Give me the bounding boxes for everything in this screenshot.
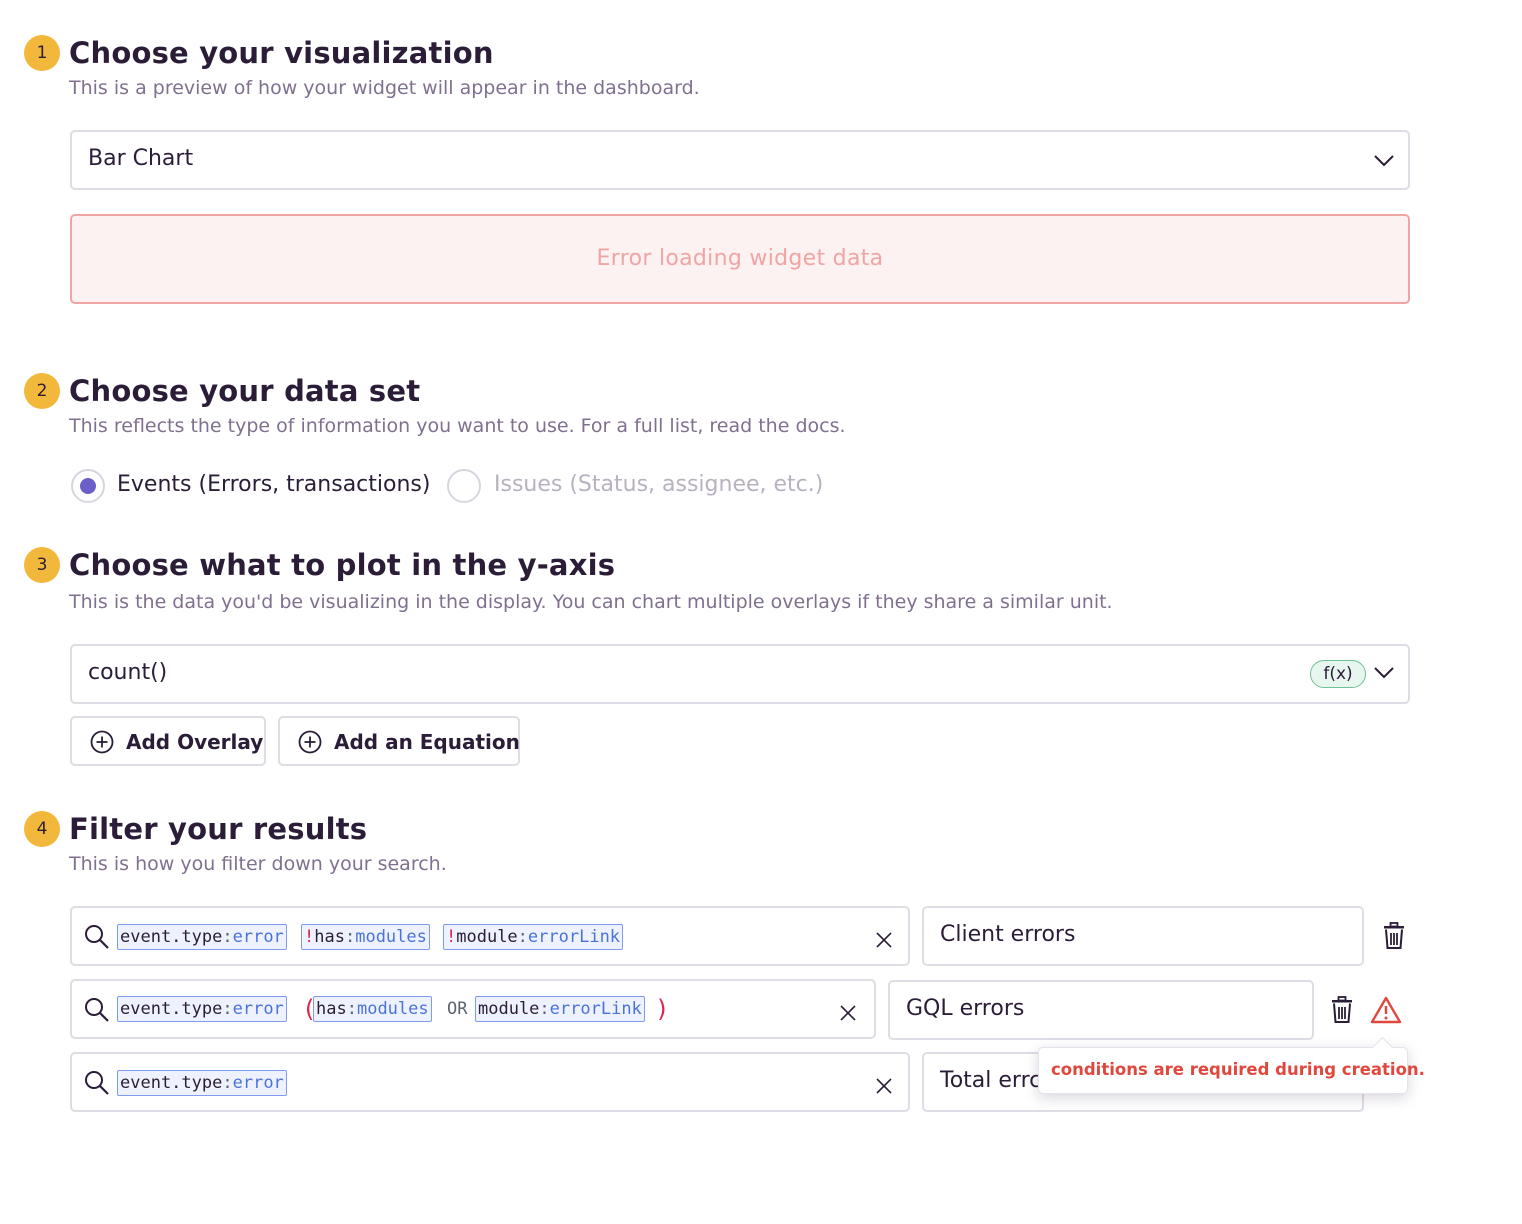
chevron-down-icon xyxy=(1374,667,1394,679)
filter-query-input-3[interactable]: event.type:error xyxy=(70,1052,910,1112)
step-3-subtitle: This is the data you'd be visualizing in… xyxy=(69,591,1113,613)
widget-error-message: Error loading widget data xyxy=(596,246,884,271)
step-3-title: Choose what to plot in the y-axis xyxy=(69,548,616,582)
step-1-badge: 1 xyxy=(24,35,60,71)
dataset-label-events[interactable]: Events (Errors, transactions) xyxy=(117,472,430,497)
search-icon xyxy=(85,925,109,949)
plus-circle-icon xyxy=(90,730,114,754)
search-icon xyxy=(85,1071,109,1095)
filter-alias-input-2[interactable]: GQL errors xyxy=(888,980,1314,1040)
warning-icon[interactable] xyxy=(1370,996,1402,1024)
close-icon[interactable] xyxy=(875,1077,893,1095)
yaxis-field-value: count() xyxy=(88,660,168,685)
step-3-badge: 3 xyxy=(24,547,60,583)
yaxis-field-select[interactable]: count() xyxy=(70,644,1410,704)
close-icon[interactable] xyxy=(839,1004,857,1022)
filter-token[interactable]: event.type:error xyxy=(117,1070,287,1096)
close-icon[interactable] xyxy=(875,931,893,949)
boolean-operator: OR xyxy=(447,999,468,1019)
step-1-subtitle: This is a preview of how your widget wil… xyxy=(69,77,700,99)
add-overlay-label: Add Overlay xyxy=(126,730,264,754)
radio-selected-dot xyxy=(80,478,96,494)
visualization-select-value: Bar Chart xyxy=(88,146,194,171)
filter-query-input-1[interactable]: event.type:error !has:modules !module:er… xyxy=(70,906,910,966)
dataset-label-issues[interactable]: Issues (Status, assignee, etc.) xyxy=(494,472,823,497)
validation-tooltip: conditions are required during creation. xyxy=(1038,1036,1425,1094)
add-overlay-button[interactable]: Add Overlay xyxy=(70,716,266,766)
add-equation-button[interactable]: Add an Equation xyxy=(278,716,520,766)
step-2-title: Choose your data set xyxy=(69,374,421,408)
filter-token-negated[interactable]: !module:errorLink xyxy=(443,924,624,950)
filter-alias-value: Total errc xyxy=(940,1068,1042,1093)
search-icon xyxy=(85,998,109,1022)
step-1-title: Choose your visualization xyxy=(69,36,494,70)
tooltip-text: conditions are required during creation. xyxy=(1051,1060,1425,1079)
step-4-badge: 4 xyxy=(24,811,60,847)
dataset-radio-events[interactable] xyxy=(71,469,105,503)
function-badge: f(x) xyxy=(1310,660,1366,688)
step-2-subtitle: This reflects the type of information yo… xyxy=(69,415,846,437)
tooltip-arrow xyxy=(1371,1036,1394,1059)
trash-icon[interactable] xyxy=(1330,996,1354,1024)
plus-circle-icon xyxy=(298,730,322,754)
filter-token[interactable]: module:errorLink xyxy=(475,996,645,1022)
filter-query-input-2[interactable]: event.type:error ( has:modules OR module… xyxy=(70,979,876,1039)
step-2-badge: 2 xyxy=(24,373,60,409)
chevron-down-icon xyxy=(1374,155,1394,167)
filter-token[interactable]: has:modules xyxy=(313,996,432,1022)
filter-alias-value: GQL errors xyxy=(906,996,1025,1021)
filter-token[interactable]: event.type:error xyxy=(117,924,287,950)
filter-alias-input-1[interactable]: Client errors xyxy=(922,906,1364,966)
add-equation-label: Add an Equation xyxy=(334,730,520,754)
step-4-title: Filter your results xyxy=(69,812,368,846)
dataset-radio-issues[interactable] xyxy=(447,469,481,503)
filter-token-negated[interactable]: !has:modules xyxy=(301,924,430,950)
close-paren: ) xyxy=(655,995,670,1023)
trash-icon[interactable] xyxy=(1382,922,1406,950)
filter-token[interactable]: event.type:error xyxy=(117,996,287,1022)
visualization-select[interactable]: Bar Chart xyxy=(70,130,1410,190)
filter-alias-value: Client errors xyxy=(940,922,1076,947)
widget-preview-error: Error loading widget data xyxy=(70,214,1410,304)
step-4-subtitle: This is how you filter down your search. xyxy=(69,853,447,875)
